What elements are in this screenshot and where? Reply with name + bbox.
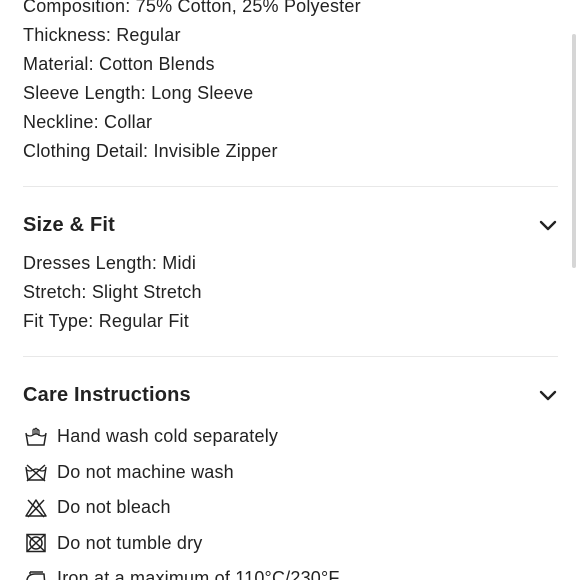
care-item: Do not bleach <box>23 490 558 526</box>
no-bleach-icon <box>23 497 49 519</box>
chevron-down-icon[interactable] <box>538 215 558 235</box>
spec-thickness: Thickness: Regular <box>23 25 181 45</box>
care-item-label: Do not bleach <box>57 497 171 518</box>
product-info-content: Composition: 75% Cotton, 25% Polyester T… <box>23 0 558 580</box>
care-item: Iron at a maximum of 110°C/230°F <box>23 561 558 580</box>
spec-dress-length: Dresses Length: Midi <box>23 253 197 273</box>
scrollbar-thumb[interactable] <box>572 34 576 268</box>
section-divider <box>23 356 558 357</box>
care-item: Do not machine wash <box>23 455 558 491</box>
care-item-label: Do not tumble dry <box>57 532 203 553</box>
spec-neckline: Neckline: Collar <box>23 112 153 132</box>
size-fit-title: Size & Fit <box>23 213 116 236</box>
care-item-label: Iron at a maximum of 110°C/230°F <box>57 568 340 580</box>
care-instructions-header[interactable]: Care Instructions <box>23 377 558 413</box>
size-fit-header[interactable]: Size & Fit <box>23 207 558 243</box>
spec-stretch: Stretch: Slight Stretch <box>23 282 202 302</box>
no-machine-wash-icon <box>23 461 49 483</box>
care-item-label: Do not machine wash <box>57 461 234 482</box>
care-instructions-title: Care Instructions <box>23 383 191 406</box>
chevron-down-icon[interactable] <box>538 385 558 405</box>
care-item: Do not tumble dry <box>23 526 558 562</box>
section-divider <box>23 186 558 187</box>
hand-wash-icon <box>23 426 49 448</box>
spec-fit-type: Fit Type: Regular Fit <box>23 311 189 331</box>
size-fit-section: Size & Fit Dresses Length: Midi Stretch:… <box>23 207 558 336</box>
spec-material: Material: Cotton Blends <box>23 54 215 74</box>
iron-icon <box>23 568 49 580</box>
spec-sleeve-length: Sleeve Length: Long Sleeve <box>23 83 254 103</box>
care-item: Hand wash cold separately <box>23 419 558 455</box>
no-tumble-dry-icon <box>23 532 49 554</box>
product-details-section: Composition: 75% Cotton, 25% Polyester T… <box>23 0 558 166</box>
product-info-page: Composition: 75% Cotton, 25% Polyester T… <box>0 0 580 580</box>
spec-composition: Composition: 75% Cotton, 25% Polyester <box>23 0 361 16</box>
care-instructions-section: Care Instructions Hand wash cold separat… <box>23 377 558 580</box>
spec-clothing-detail: Clothing Detail: Invisible Zipper <box>23 141 278 161</box>
care-item-label: Hand wash cold separately <box>57 426 279 447</box>
